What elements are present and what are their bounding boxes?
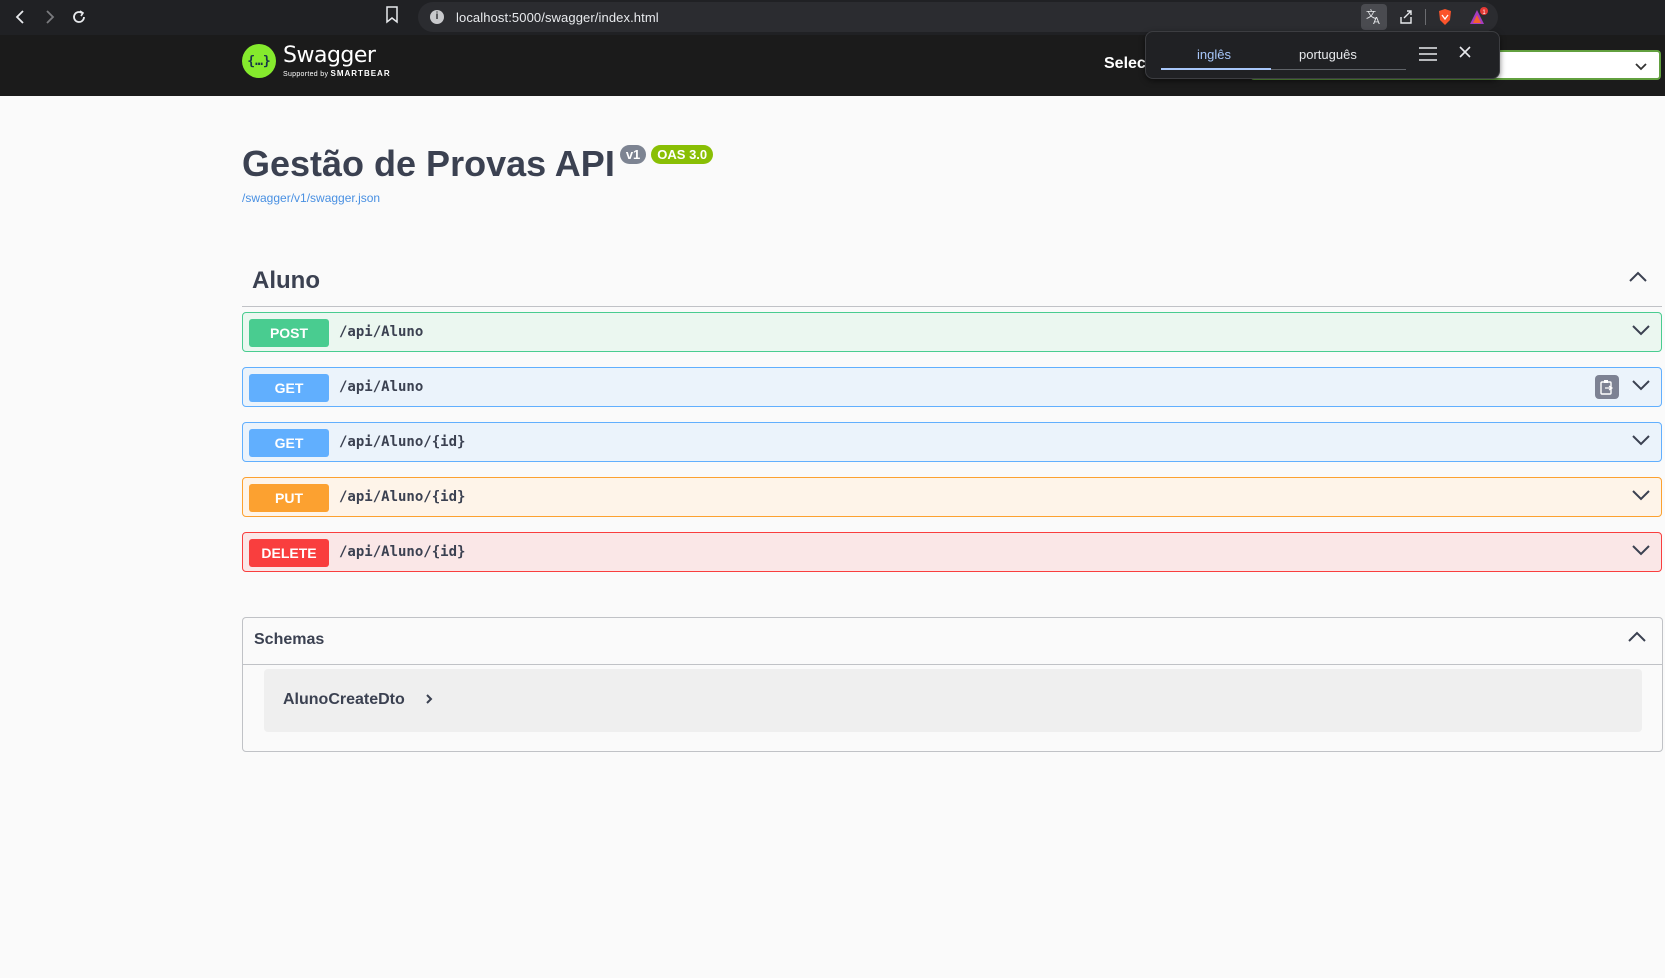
logo-title: Swagger: [283, 42, 376, 68]
svg-text:A: A: [1373, 16, 1380, 26]
chevron-up-icon[interactable]: [1627, 630, 1647, 649]
share-icon[interactable]: [1393, 4, 1419, 30]
model-name: AlunoCreateDto: [283, 691, 405, 708]
chevron-up-icon[interactable]: [1628, 270, 1648, 289]
operation-path: /api/Aluno: [339, 324, 424, 340]
api-title-row: Gestão de Provas API v1 OAS 3.0: [242, 143, 714, 185]
tag-header-aluno[interactable]: Aluno: [242, 262, 1662, 307]
operation-post-aluno[interactable]: POST /api/Aluno: [242, 312, 1662, 352]
tab-target-language[interactable]: português: [1299, 47, 1357, 62]
chevron-down-icon[interactable]: [1631, 323, 1651, 342]
back-icon[interactable]: [8, 4, 34, 30]
method-badge: GET: [249, 429, 329, 457]
select-definition-label: Selec: [1104, 55, 1146, 72]
operation-path: /api/Aluno/{id}: [339, 544, 466, 560]
url-text: localhost:5000/swagger/index.html: [456, 9, 659, 25]
translate-popup: inglês português: [1145, 31, 1500, 79]
model-alunocreatedto[interactable]: AlunoCreateDto: [264, 669, 1642, 732]
operation-get-aluno[interactable]: GET /api/Aluno: [242, 367, 1662, 407]
method-badge: POST: [249, 319, 329, 347]
operation-get-aluno-by-id[interactable]: GET /api/Aluno/{id}: [242, 422, 1662, 462]
page-title: Gestão de Provas API: [242, 143, 615, 184]
site-info-icon[interactable]: i: [430, 10, 444, 24]
brave-shield-icon[interactable]: [1432, 4, 1458, 30]
address-bar[interactable]: i localhost:5000/swagger/index.html: [418, 2, 1498, 32]
operation-put-aluno[interactable]: PUT /api/Aluno/{id}: [242, 477, 1662, 517]
menu-icon[interactable]: [1418, 46, 1438, 67]
swagger-logo[interactable]: {…} Swagger Supported by SMARTBEAR: [242, 44, 391, 78]
version-badge: v1: [619, 145, 647, 164]
operation-path: /api/Aluno/{id}: [339, 434, 466, 450]
operation-path: /api/Aluno: [339, 379, 424, 395]
schemas-header[interactable]: Schemas: [243, 618, 1662, 665]
chevron-right-icon[interactable]: [424, 691, 434, 712]
copy-to-clipboard-icon[interactable]: [1595, 375, 1619, 399]
chevron-down-icon[interactable]: [1631, 433, 1651, 452]
chevron-down-icon[interactable]: [1631, 488, 1651, 507]
forward-icon[interactable]: [36, 4, 62, 30]
chevron-down-icon[interactable]: [1631, 543, 1651, 562]
operation-path: /api/Aluno/{id}: [339, 489, 466, 505]
reload-icon[interactable]: [66, 4, 92, 30]
browser-toolbar: i localhost:5000/swagger/index.html 文A 1: [0, 0, 1665, 35]
schemas-title: Schemas: [254, 631, 325, 648]
tab-divider: [1271, 69, 1406, 70]
translate-icon[interactable]: 文A: [1361, 4, 1387, 30]
toolbar-divider: [1425, 9, 1426, 25]
method-badge: DELETE: [249, 539, 329, 567]
schemas-section: Schemas AlunoCreateDto: [242, 617, 1663, 752]
operation-delete-aluno[interactable]: DELETE /api/Aluno/{id}: [242, 532, 1662, 572]
chevron-down-icon: [1635, 59, 1647, 77]
active-tab-indicator: [1161, 68, 1271, 70]
oas-badge: OAS 3.0: [651, 145, 714, 164]
method-badge: PUT: [249, 484, 329, 512]
tag-name: Aluno: [252, 267, 320, 294]
logo-subtitle: Supported by SMARTBEAR: [283, 68, 391, 78]
method-badge: GET: [249, 374, 329, 402]
spec-link[interactable]: /swagger/v1/swagger.json: [242, 191, 380, 205]
swagger-logo-icon: {…}: [242, 44, 276, 78]
chevron-down-icon[interactable]: [1631, 378, 1651, 397]
brave-rewards-icon[interactable]: 1: [1466, 4, 1492, 30]
tab-source-language[interactable]: inglês: [1197, 47, 1231, 62]
close-icon[interactable]: [1458, 45, 1472, 64]
bookmark-icon[interactable]: [385, 6, 399, 29]
